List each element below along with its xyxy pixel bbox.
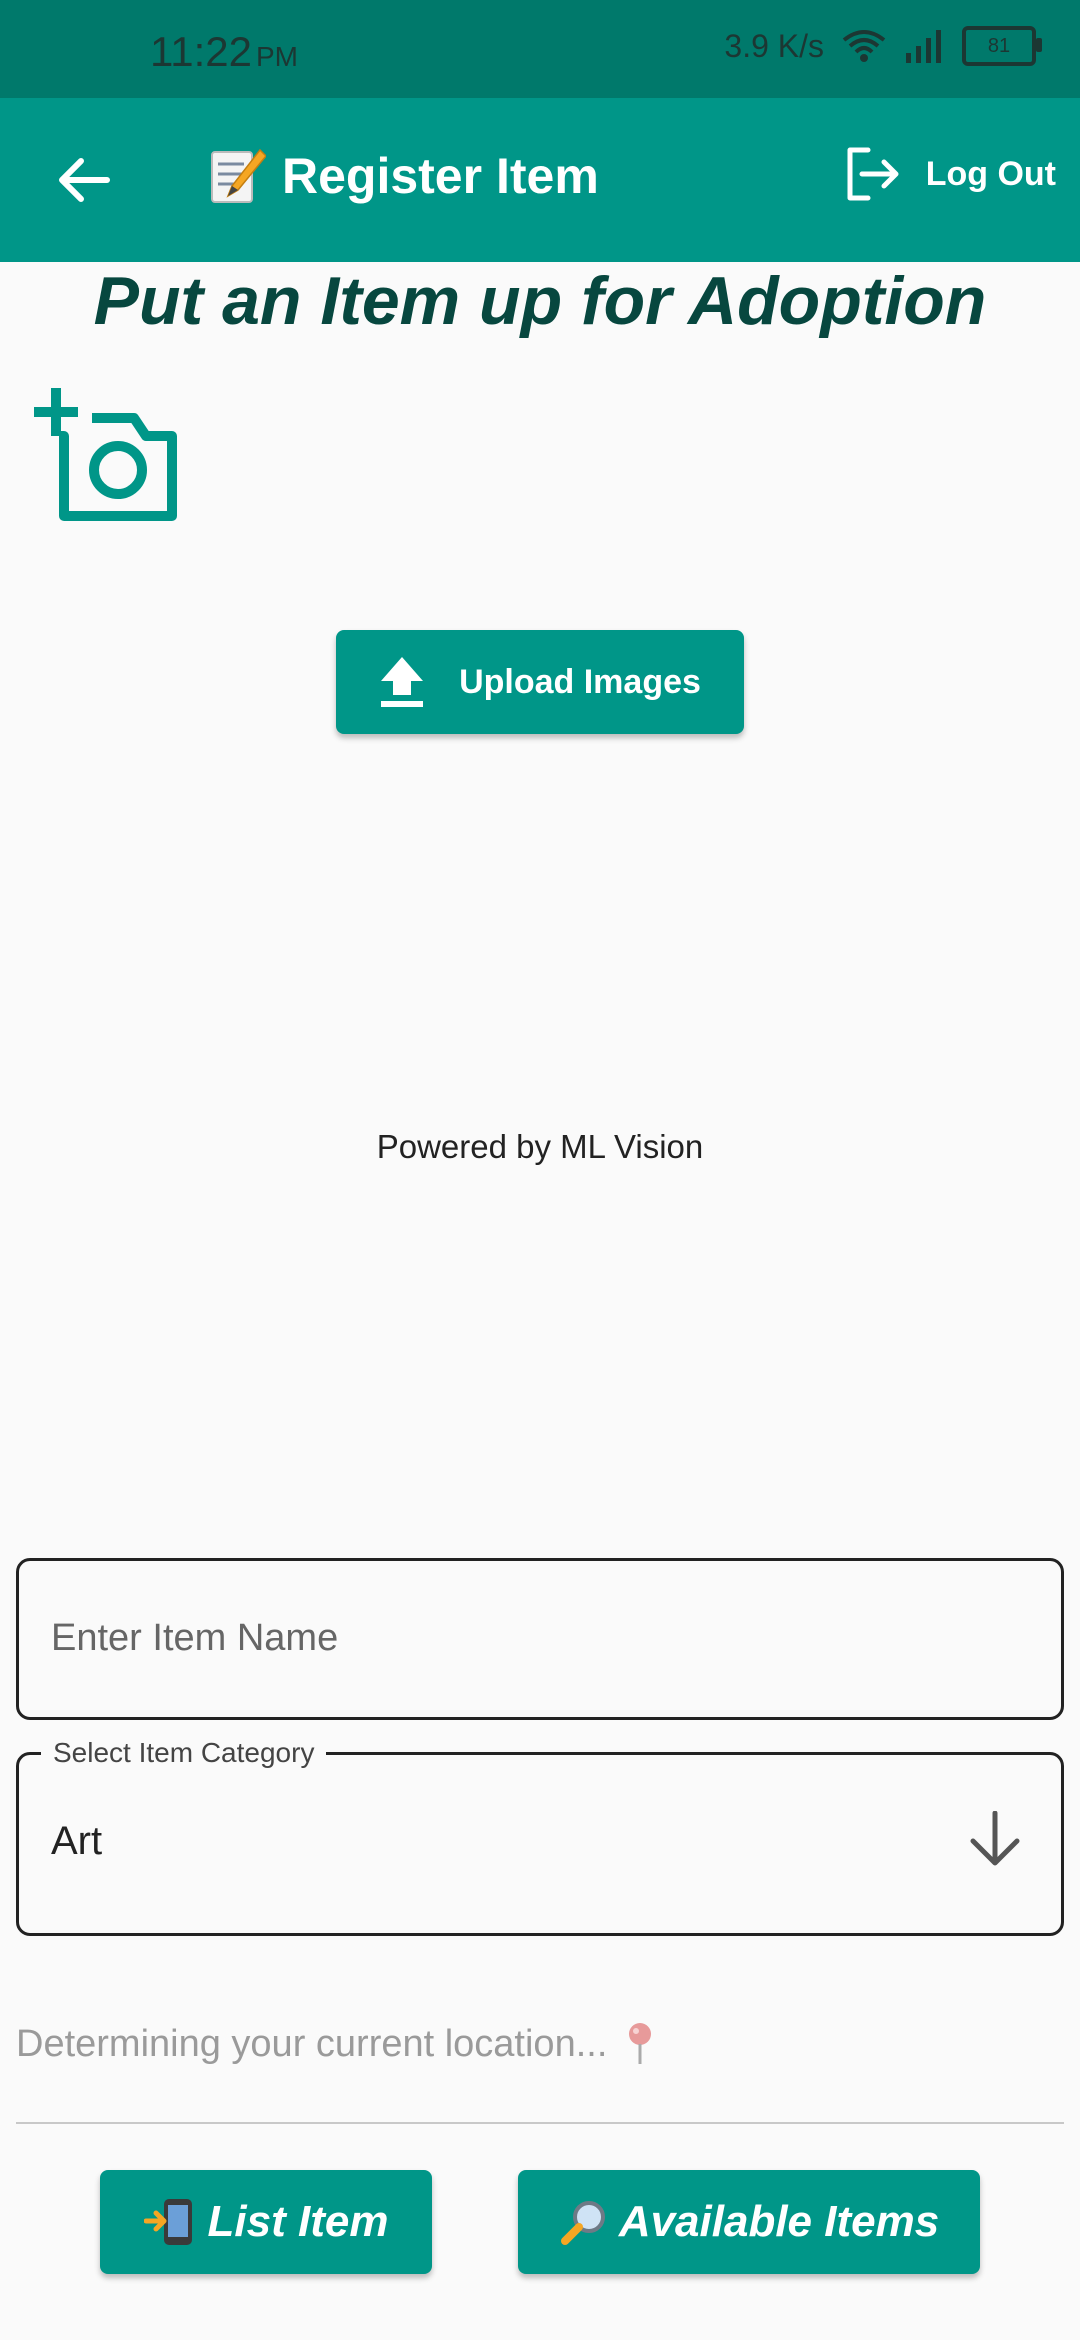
category-label: Select Item Category	[41, 1737, 327, 1769]
signal-icon	[906, 30, 941, 63]
item-name-input[interactable]: Enter Item Name	[16, 1558, 1064, 1720]
network-speed: 3.9 K/s	[724, 27, 824, 64]
page-title: Register Item	[282, 148, 599, 204]
category-select[interactable]: Select Item Category Art	[16, 1737, 1064, 1936]
logout-button[interactable]: Log Out	[844, 146, 1056, 202]
item-name-placeholder: Enter Item Name	[51, 1617, 339, 1659]
app-bar-title-group: Register Item	[210, 146, 599, 206]
magnifier-icon	[560, 2201, 605, 2245]
location-status: Determining your current location...	[16, 2022, 655, 2066]
upload-icon	[381, 657, 424, 707]
location-status-text: Determining your current location...	[16, 2022, 608, 2065]
powered-by-text: Powered by ML Vision	[376, 1128, 704, 1165]
list-item-button[interactable]: List Item	[100, 2170, 432, 2274]
logout-icon	[847, 147, 899, 201]
app-bar: Register Item Log Out	[0, 98, 1080, 262]
logout-label: Log Out	[925, 154, 1056, 193]
wifi-icon	[842, 30, 886, 62]
status-bar: 11:22 PM 3.9 K/s 81	[0, 0, 1080, 98]
phone-arrow-icon	[143, 2199, 192, 2245]
chevron-down-icon	[970, 1811, 1020, 1866]
available-items-label: Available Items	[618, 2197, 940, 2246]
divider	[16, 2122, 1064, 2124]
upload-images-label: Upload Images	[459, 662, 701, 701]
add-photo-button[interactable]	[34, 388, 180, 524]
memo-icon	[211, 148, 266, 203]
add-photo-icon	[34, 388, 177, 521]
category-value: Art	[51, 1819, 103, 1863]
status-indicators: 3.9 K/s 81	[724, 26, 1042, 66]
upload-images-button[interactable]: Upload Images	[336, 630, 744, 734]
list-item-label: List Item	[207, 2197, 389, 2246]
back-button[interactable]	[52, 148, 116, 212]
pin-icon	[629, 2023, 652, 2064]
headline: Put an Item up for Adoption	[93, 263, 987, 339]
available-items-button[interactable]: Available Items	[518, 2170, 980, 2274]
back-arrow-icon	[59, 158, 110, 202]
status-time-value: 11:22	[150, 28, 252, 75]
status-time: 11:22 PM	[150, 28, 298, 76]
battery-icon: 81	[962, 26, 1042, 66]
battery-level: 81	[987, 34, 1011, 57]
status-time-ampm: PM	[256, 41, 298, 72]
